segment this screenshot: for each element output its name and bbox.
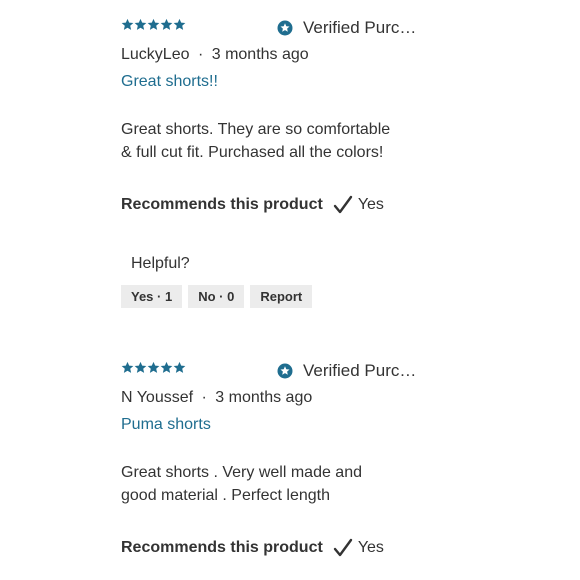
star-icon [160, 361, 173, 374]
star-icon [160, 18, 173, 31]
star-icon [134, 361, 147, 374]
review-title: Puma shorts [121, 416, 211, 433]
review-meta: LuckyLeo · 3 months ago [121, 46, 309, 64]
helpful-vote-row: Yes · 1 No · 0 Report [121, 285, 313, 308]
meta-separator: · [201, 389, 207, 406]
review-body-line: & full cut fit. Purchased all the colors… [121, 144, 384, 161]
star-icon [147, 18, 160, 31]
star-icon [121, 361, 134, 374]
review-body: Great shorts. They are so comfortable & … [121, 118, 401, 164]
recommends-row: Recommends this product Yes [121, 538, 384, 558]
verified-purchase-badge: Verified Purcha... [277, 361, 425, 381]
report-button[interactable]: Report [250, 285, 313, 308]
star-icon [121, 18, 134, 31]
checkmark-icon [333, 538, 353, 558]
review-body-line: good material . Perfect length [121, 487, 331, 504]
meta-separator: · [197, 46, 204, 63]
review-body-line: Great shorts . Very well made and [121, 464, 362, 481]
verified-purchase-label: Verified Purcha... [303, 361, 425, 380]
recommends-label: Recommends this product [121, 539, 323, 556]
recommends-value: Yes [357, 196, 384, 213]
helpful-no-button[interactable]: No · 0 [188, 285, 245, 308]
star-icon [147, 361, 160, 374]
helpful-label: Helpful? [131, 255, 190, 272]
verified-purchase-badge: Verified Purcha... [277, 18, 425, 38]
review-title: Great shorts!! [121, 73, 218, 90]
star-icon [173, 361, 186, 374]
recommends-row: Recommends this product Yes [121, 195, 384, 215]
star-icon [134, 18, 147, 31]
review-meta: N Youssef · 3 months ago [121, 389, 312, 407]
review-time: 3 months ago [211, 46, 309, 63]
verified-check-icon [277, 20, 293, 36]
verified-purchase-label: Verified Purcha... [303, 18, 425, 37]
review-body: Great shorts . Very well made and good m… [121, 461, 401, 507]
review-time: 3 months ago [215, 389, 313, 406]
verified-check-icon [277, 363, 293, 379]
star-icon [173, 18, 186, 31]
star-rating [121, 18, 186, 31]
review-author: LuckyLeo [121, 46, 190, 63]
recommends-value: Yes [357, 539, 384, 556]
star-rating [121, 361, 186, 374]
recommends-label: Recommends this product [121, 196, 323, 213]
review-body-line: Great shorts. They are so comfortable [121, 121, 391, 138]
review-author: N Youssef [121, 389, 194, 406]
helpful-yes-button[interactable]: Yes · 1 [121, 285, 183, 308]
checkmark-icon [333, 195, 353, 215]
